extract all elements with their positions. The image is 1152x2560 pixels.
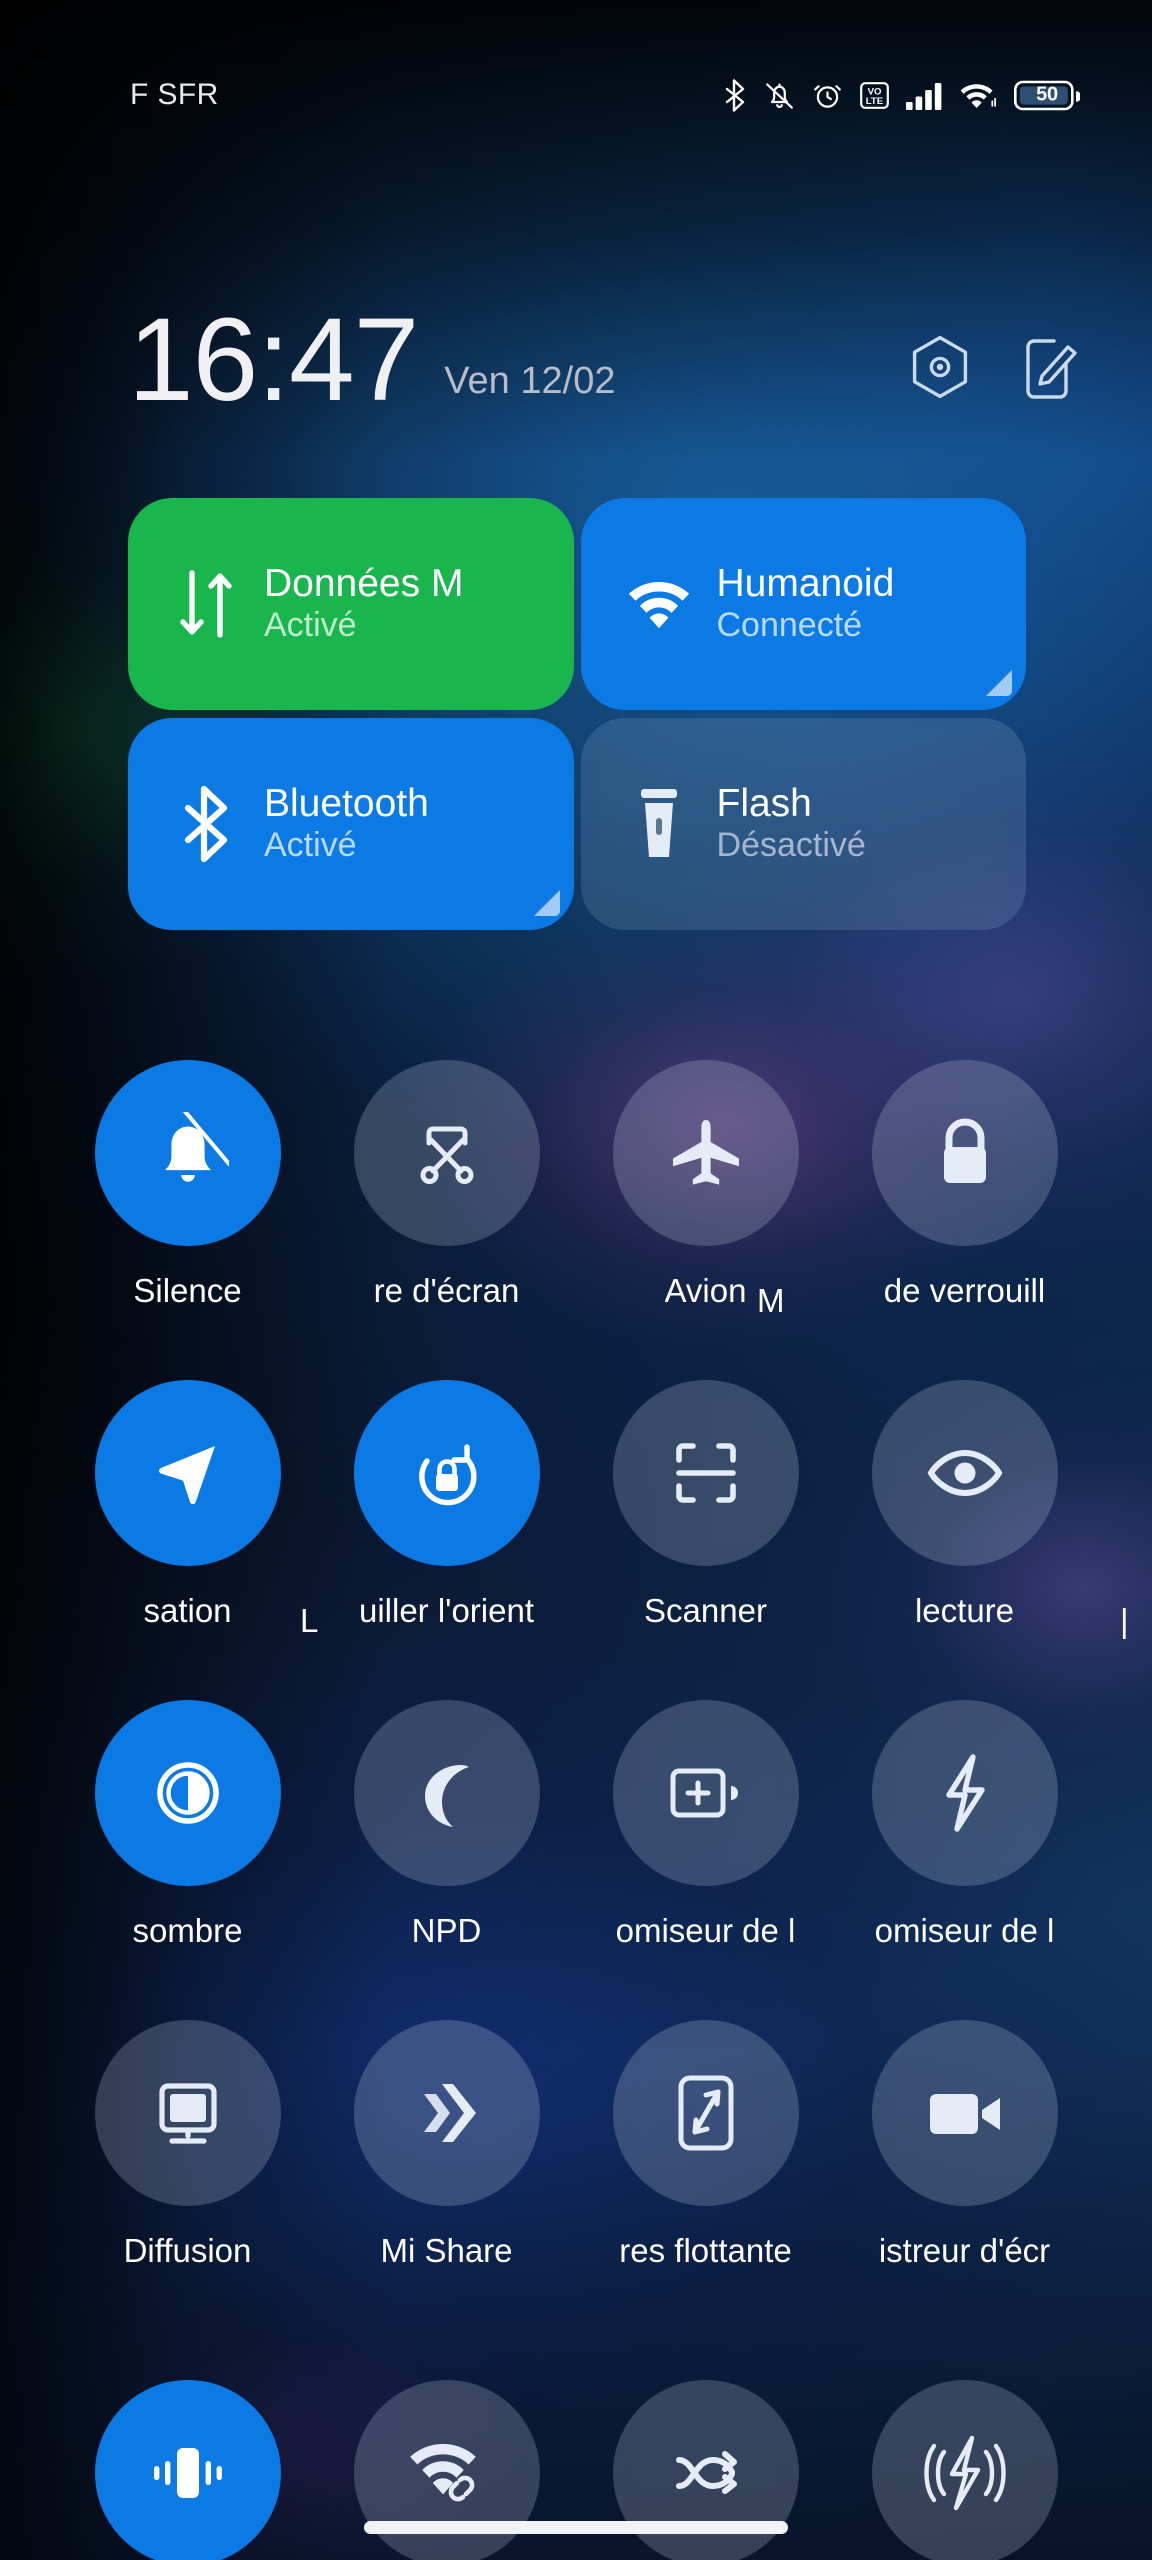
toggle-silence[interactable]: Silence	[58, 1060, 317, 1380]
toggle-label: NPD	[411, 1912, 482, 1949]
tile-subtitle: Désactivé	[716, 826, 866, 865]
toggle-label: Avion	[664, 1272, 747, 1309]
tile-title: Bluetooth	[264, 781, 429, 825]
toggle-dnd[interactable]: NPD	[317, 1700, 576, 2020]
tile-title: Humanoid	[716, 561, 895, 605]
clock-time: 16:47	[128, 293, 419, 426]
bell-muted-icon	[764, 80, 795, 111]
toggle-label: lecture	[914, 1592, 1015, 1629]
toggle-screen-lock[interactable]: de verrouill	[835, 1060, 1094, 1380]
toggle-label: Mi Share	[380, 2232, 513, 2269]
screen-recorder-icon[interactable]	[871, 2020, 1058, 2206]
tile-flashlight[interactable]: Flash Désactivé	[580, 718, 1026, 930]
toggle-label: omiseur de l	[615, 1912, 796, 1949]
screenshot-scissors-icon[interactable]	[353, 1060, 540, 1246]
toggle-location[interactable]: sation	[58, 1380, 317, 1700]
carrier-label: F SFR	[130, 78, 219, 111]
toggle-floating-windows[interactable]: res flottante	[576, 2020, 835, 2340]
svg-text:LTE: LTE	[866, 96, 884, 107]
tile-subtitle: Activé	[264, 826, 357, 865]
header-actions	[910, 335, 1080, 401]
bluetooth-icon	[723, 78, 747, 112]
home-indicator[interactable]	[364, 2521, 788, 2534]
toggle-rotation-lock[interactable]: uiller l'orient	[317, 1380, 576, 1700]
toggle-cast[interactable]: Diffusion	[58, 2020, 317, 2340]
toggle-label: uiller l'orient	[358, 1592, 535, 1629]
dark-mode-contrast-icon[interactable]	[94, 1700, 281, 1886]
bell-muted-icon[interactable]	[94, 1060, 281, 1246]
toggle-scanner[interactable]: Scanner	[576, 1380, 835, 1700]
toggle-label: res flottante	[619, 2232, 792, 2269]
scan-frame-icon[interactable]	[612, 1380, 799, 1566]
data-transfer-icon	[172, 567, 240, 641]
flashlight-icon	[625, 785, 693, 863]
signal-bars-icon	[906, 80, 943, 111]
status-bar: F SFR VO LTE 50	[0, 0, 1152, 190]
toggle-label: sation	[143, 1592, 232, 1629]
control-center-screen: F SFR VO LTE 50 16:47 Ven 12/02 Données …	[0, 0, 1152, 2560]
toggle-label: Diffusion	[123, 2232, 252, 2269]
vibration-icon[interactable]	[94, 2380, 281, 2560]
tile-title: Données M	[264, 561, 464, 605]
quick-settings-grid: Silence re d'écran Avion de verrouill sa…	[0, 1060, 1152, 2340]
tile-wifi[interactable]: Humanoid Connecté	[580, 498, 1026, 710]
toggle-airplane-mode[interactable]: Avion	[576, 1060, 835, 1380]
floating-window-icon[interactable]	[612, 2020, 799, 2206]
quick-toggle-tiles: Données M Activé Humanoid Connecté Bluet…	[128, 498, 1026, 930]
quick-settings-row: Diffusion Mi Share res flottante istreur…	[0, 2020, 1152, 2340]
toggle-label: Silence	[133, 1272, 242, 1309]
airplane-icon[interactable]	[612, 1060, 799, 1246]
toggle-label: Scanner	[644, 1592, 767, 1629]
quick-settings-row: sombre NPD omiseur de l omiseur de l	[0, 1700, 1152, 2020]
toggle-mi-share[interactable]: Mi Share	[317, 2020, 576, 2340]
moon-icon[interactable]	[353, 1700, 540, 1886]
quick-settings-row: sation uiller l'orient Scanner lecture	[0, 1380, 1152, 1700]
fast-charge-icon[interactable]	[871, 2380, 1058, 2560]
status-icon-tray: VO LTE 50	[723, 78, 1080, 112]
toggle-label: istreur d'écr	[878, 2232, 1051, 2269]
quick-settings-row: Silence re d'écran Avion de verrouill	[0, 1060, 1152, 1380]
eye-icon[interactable]	[871, 1380, 1058, 1566]
cast-screen-icon[interactable]	[94, 2020, 281, 2206]
toggle-dark-mode[interactable]: sombre	[58, 1700, 317, 2020]
tile-subtitle: Activé	[264, 606, 357, 645]
bluetooth-icon	[172, 785, 240, 863]
toggle-label: sombre	[132, 1912, 243, 1949]
tile-bluetooth[interactable]: Bluetooth Activé	[128, 718, 574, 930]
mi-share-icon[interactable]	[353, 2020, 540, 2206]
battery-percent-label: 50	[1036, 83, 1058, 106]
wifi-icon	[960, 80, 997, 111]
lock-icon[interactable]	[871, 1060, 1058, 1246]
toggle-label: omiseur de l	[874, 1912, 1055, 1949]
alarm-clock-icon	[812, 80, 843, 111]
toggle-reading-mode[interactable]: lecture	[835, 1380, 1094, 1700]
tile-expand-corner[interactable]	[533, 890, 560, 916]
clock-date: Ven 12/02	[444, 360, 616, 402]
toggle-fast-charge[interactable]	[835, 2380, 1094, 2560]
battery-saver-icon[interactable]	[612, 1700, 799, 1886]
lightning-bolt-icon[interactable]	[871, 1700, 1058, 1886]
toggle-battery-saver[interactable]: omiseur de l	[576, 1700, 835, 2020]
toggle-label: de verrouill	[883, 1272, 1046, 1309]
clock-header: 16:47 Ven 12/02	[0, 277, 1152, 426]
rotation-lock-icon[interactable]	[353, 1380, 540, 1566]
settings-hexagon-icon[interactable]	[910, 335, 970, 401]
wifi-icon	[625, 574, 693, 634]
location-arrow-icon[interactable]	[94, 1380, 281, 1566]
tile-expand-corner[interactable]	[986, 670, 1012, 696]
edit-pencil-icon[interactable]	[1022, 336, 1080, 400]
toggle-label: re d'écran	[373, 1272, 520, 1309]
toggle-screenshot[interactable]: re d'écran	[317, 1060, 576, 1380]
tile-subtitle: Connecté	[716, 606, 863, 645]
toggle-vibration[interactable]	[58, 2380, 317, 2560]
tile-mobile-data[interactable]: Données M Activé	[128, 498, 574, 710]
toggle-ultra-battery-saver[interactable]: omiseur de l	[835, 1700, 1094, 2020]
volte-icon: VO LTE	[860, 80, 889, 111]
battery-icon: 50	[1014, 80, 1080, 111]
tile-title: Flash	[716, 781, 812, 825]
toggle-screen-recorder[interactable]: istreur d'écr	[835, 2020, 1094, 2340]
